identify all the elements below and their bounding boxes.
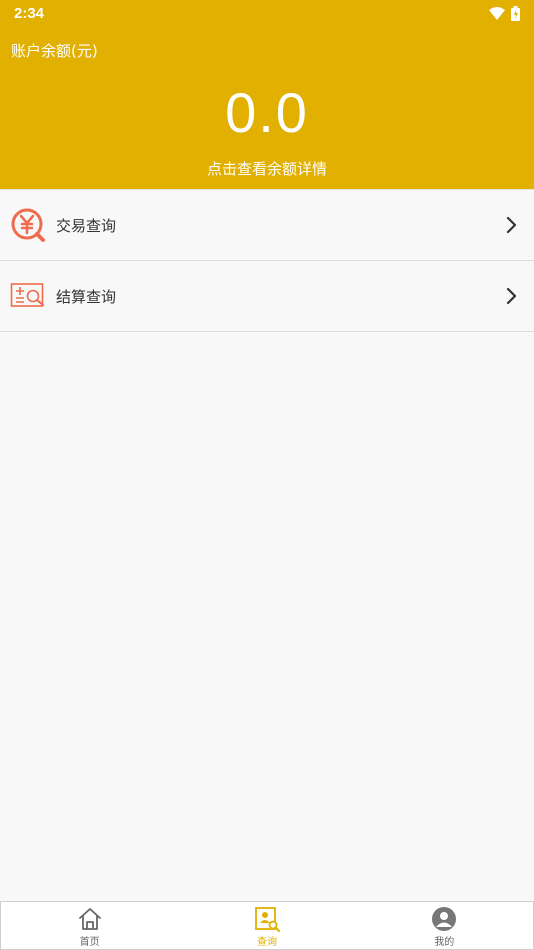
menu-item-settlement-query[interactable]: 结算查询 (0, 261, 534, 332)
settlement-search-icon (10, 283, 44, 307)
yuan-search-icon (11, 208, 45, 242)
balance-detail-link[interactable]: 点击查看余额详情 (0, 158, 534, 179)
status-bar: 2:34 (0, 0, 534, 28)
menu-item-transaction-query[interactable]: 交易查询 (0, 189, 534, 261)
query-icon (255, 907, 280, 932)
menu-item-label: 结算查询 (56, 287, 117, 306)
wifi-icon (489, 6, 505, 20)
home-icon (78, 908, 101, 930)
query-menu: 交易查询 结算查询 (0, 189, 534, 332)
menu-item-label: 交易查询 (56, 216, 117, 235)
chevron-right-icon (506, 287, 517, 305)
balance-value: 0.0 (225, 81, 309, 144)
balance-header: 2:34 账户余额(元) 0.0 点击查看余额详情 (0, 0, 534, 189)
status-time: 2:34 (14, 5, 45, 22)
balance-label: 账户余额(元) (11, 42, 98, 60)
status-icons (489, 6, 520, 21)
tab-label: 查询 (256, 937, 277, 948)
tab-query[interactable]: 查询 (178, 902, 355, 949)
profile-icon (432, 907, 457, 931)
tab-label: 首页 (79, 937, 100, 948)
bottom-tab-bar: 首页 查询 我的 (0, 901, 534, 950)
tab-profile[interactable]: 我的 (356, 902, 533, 949)
battery-icon (511, 6, 520, 21)
tab-label: 我的 (434, 937, 455, 948)
tab-home[interactable]: 首页 (1, 902, 178, 949)
chevron-right-icon (506, 216, 517, 234)
